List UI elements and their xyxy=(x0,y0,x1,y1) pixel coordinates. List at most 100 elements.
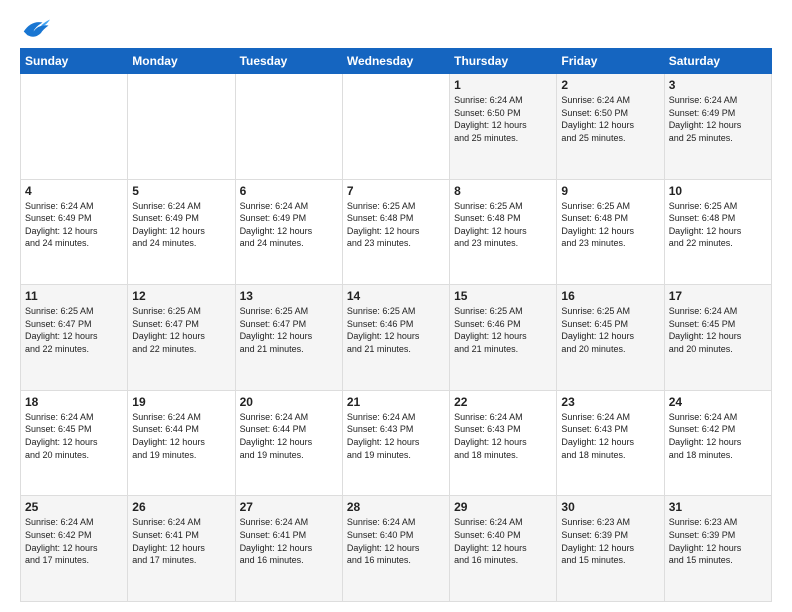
calendar-cell: 24 Sunrise: 6:24 AM Sunset: 6:42 PM Dayli… xyxy=(664,390,771,496)
day-info: Sunrise: 6:24 AM Sunset: 6:41 PM Dayligh… xyxy=(240,516,338,566)
day-info: Sunrise: 6:24 AM Sunset: 6:49 PM Dayligh… xyxy=(25,200,123,250)
day-info: Sunrise: 6:24 AM Sunset: 6:43 PM Dayligh… xyxy=(561,411,659,461)
calendar-cell: 5Sunrise: 6:24 AM Sunset: 6:49 PM Daylig… xyxy=(128,179,235,285)
day-info: Sunrise: 6:25 AM Sunset: 6:46 PM Dayligh… xyxy=(454,305,552,355)
calendar-cell: 18 Sunrise: 6:24 AM Sunset: 6:45 PM Dayli… xyxy=(21,390,128,496)
calendar-header-saturday: Saturday xyxy=(664,49,771,74)
day-number: 17 xyxy=(669,289,767,303)
page: SundayMondayTuesdayWednesdayThursdayFrid… xyxy=(0,0,792,612)
day-number: 26 xyxy=(132,500,230,514)
calendar-cell: 10Sunrise: 6:25 AM Sunset: 6:48 PM Dayli… xyxy=(664,179,771,285)
day-info: Sunrise: 6:25 AM Sunset: 6:45 PM Dayligh… xyxy=(561,305,659,355)
day-info: Sunrise: 6:24 AM Sunset: 6:43 PM Dayligh… xyxy=(454,411,552,461)
calendar-cell: 13 Sunrise: 6:25 AM Sunset: 6:47 PM Dayli… xyxy=(235,285,342,391)
calendar-cell: 25 Sunrise: 6:24 AM Sunset: 6:42 PM Dayli… xyxy=(21,496,128,602)
day-info: Sunrise: 6:24 AM Sunset: 6:44 PM Dayligh… xyxy=(132,411,230,461)
calendar-cell: 27 Sunrise: 6:24 AM Sunset: 6:41 PM Dayli… xyxy=(235,496,342,602)
day-number: 2 xyxy=(561,78,659,92)
calendar-cell: 14Sunrise: 6:25 AM Sunset: 6:46 PM Dayli… xyxy=(342,285,449,391)
calendar-cell: 21 Sunrise: 6:24 AM Sunset: 6:43 PM Dayli… xyxy=(342,390,449,496)
calendar-cell: 11Sunrise: 6:25 AM Sunset: 6:47 PM Dayli… xyxy=(21,285,128,391)
day-number: 9 xyxy=(561,184,659,198)
day-info: Sunrise: 6:25 AM Sunset: 6:47 PM Dayligh… xyxy=(132,305,230,355)
day-number: 12 xyxy=(132,289,230,303)
day-info: Sunrise: 6:24 AM Sunset: 6:41 PM Dayligh… xyxy=(132,516,230,566)
calendar-cell: 22 Sunrise: 6:24 AM Sunset: 6:43 PM Dayli… xyxy=(450,390,557,496)
day-number: 31 xyxy=(669,500,767,514)
calendar-cell: 15 Sunrise: 6:25 AM Sunset: 6:46 PM Dayli… xyxy=(450,285,557,391)
calendar-week-row: 25 Sunrise: 6:24 AM Sunset: 6:42 PM Dayli… xyxy=(21,496,772,602)
day-number: 8 xyxy=(454,184,552,198)
day-info: Sunrise: 6:23 AM Sunset: 6:39 PM Dayligh… xyxy=(669,516,767,566)
day-info: Sunrise: 6:24 AM Sunset: 6:45 PM Dayligh… xyxy=(669,305,767,355)
calendar-header-thursday: Thursday xyxy=(450,49,557,74)
calendar-header-row: SundayMondayTuesdayWednesdayThursdayFrid… xyxy=(21,49,772,74)
calendar-cell: 20 Sunrise: 6:24 AM Sunset: 6:44 PM Dayli… xyxy=(235,390,342,496)
day-number: 18 xyxy=(25,395,123,409)
day-number: 16 xyxy=(561,289,659,303)
logo xyxy=(20,16,52,38)
calendar-cell: 23 Sunrise: 6:24 AM Sunset: 6:43 PM Dayli… xyxy=(557,390,664,496)
day-number: 27 xyxy=(240,500,338,514)
day-info: Sunrise: 6:24 AM Sunset: 6:49 PM Dayligh… xyxy=(132,200,230,250)
day-number: 24 xyxy=(669,395,767,409)
day-info: Sunrise: 6:24 AM Sunset: 6:40 PM Dayligh… xyxy=(347,516,445,566)
day-info: Sunrise: 6:25 AM Sunset: 6:48 PM Dayligh… xyxy=(347,200,445,250)
day-info: Sunrise: 6:25 AM Sunset: 6:47 PM Dayligh… xyxy=(240,305,338,355)
calendar-cell xyxy=(21,74,128,180)
calendar-cell xyxy=(128,74,235,180)
calendar-cell: 8 Sunrise: 6:25 AM Sunset: 6:48 PM Daylig… xyxy=(450,179,557,285)
day-number: 23 xyxy=(561,395,659,409)
day-info: Sunrise: 6:24 AM Sunset: 6:45 PM Dayligh… xyxy=(25,411,123,461)
day-number: 15 xyxy=(454,289,552,303)
day-info: Sunrise: 6:24 AM Sunset: 6:50 PM Dayligh… xyxy=(454,94,552,144)
day-info: Sunrise: 6:25 AM Sunset: 6:47 PM Dayligh… xyxy=(25,305,123,355)
day-info: Sunrise: 6:24 AM Sunset: 6:43 PM Dayligh… xyxy=(347,411,445,461)
day-number: 21 xyxy=(347,395,445,409)
day-info: Sunrise: 6:24 AM Sunset: 6:49 PM Dayligh… xyxy=(669,94,767,144)
day-number: 13 xyxy=(240,289,338,303)
calendar-header-wednesday: Wednesday xyxy=(342,49,449,74)
day-number: 4 xyxy=(25,184,123,198)
calendar-cell: 1 Sunrise: 6:24 AM Sunset: 6:50 PM Daylig… xyxy=(450,74,557,180)
calendar-cell: 9 Sunrise: 6:25 AM Sunset: 6:48 PM Daylig… xyxy=(557,179,664,285)
calendar-cell: 7 Sunrise: 6:25 AM Sunset: 6:48 PM Daylig… xyxy=(342,179,449,285)
day-number: 30 xyxy=(561,500,659,514)
calendar-cell: 12 Sunrise: 6:25 AM Sunset: 6:47 PM Dayli… xyxy=(128,285,235,391)
day-info: Sunrise: 6:25 AM Sunset: 6:48 PM Dayligh… xyxy=(454,200,552,250)
calendar-week-row: 4 Sunrise: 6:24 AM Sunset: 6:49 PM Daylig… xyxy=(21,179,772,285)
day-info: Sunrise: 6:24 AM Sunset: 6:50 PM Dayligh… xyxy=(561,94,659,144)
calendar-cell: 30Sunrise: 6:23 AM Sunset: 6:39 PM Dayli… xyxy=(557,496,664,602)
calendar-cell: 3Sunrise: 6:24 AM Sunset: 6:49 PM Daylig… xyxy=(664,74,771,180)
calendar-cell xyxy=(235,74,342,180)
day-info: Sunrise: 6:24 AM Sunset: 6:44 PM Dayligh… xyxy=(240,411,338,461)
day-info: Sunrise: 6:25 AM Sunset: 6:48 PM Dayligh… xyxy=(561,200,659,250)
day-number: 6 xyxy=(240,184,338,198)
day-number: 1 xyxy=(454,78,552,92)
calendar-header-tuesday: Tuesday xyxy=(235,49,342,74)
calendar-cell xyxy=(342,74,449,180)
day-number: 29 xyxy=(454,500,552,514)
day-number: 22 xyxy=(454,395,552,409)
header xyxy=(20,16,772,38)
day-number: 20 xyxy=(240,395,338,409)
day-number: 7 xyxy=(347,184,445,198)
day-number: 14 xyxy=(347,289,445,303)
calendar-week-row: 18 Sunrise: 6:24 AM Sunset: 6:45 PM Dayli… xyxy=(21,390,772,496)
calendar-header-friday: Friday xyxy=(557,49,664,74)
day-info: Sunrise: 6:24 AM Sunset: 6:40 PM Dayligh… xyxy=(454,516,552,566)
calendar-header-monday: Monday xyxy=(128,49,235,74)
day-number: 28 xyxy=(347,500,445,514)
calendar-cell: 31 Sunrise: 6:23 AM Sunset: 6:39 PM Dayli… xyxy=(664,496,771,602)
day-info: Sunrise: 6:24 AM Sunset: 6:42 PM Dayligh… xyxy=(25,516,123,566)
day-number: 19 xyxy=(132,395,230,409)
calendar-table: SundayMondayTuesdayWednesdayThursdayFrid… xyxy=(20,48,772,602)
calendar-week-row: 1 Sunrise: 6:24 AM Sunset: 6:50 PM Daylig… xyxy=(21,74,772,180)
day-info: Sunrise: 6:24 AM Sunset: 6:49 PM Dayligh… xyxy=(240,200,338,250)
day-number: 10 xyxy=(669,184,767,198)
calendar-week-row: 11Sunrise: 6:25 AM Sunset: 6:47 PM Dayli… xyxy=(21,285,772,391)
day-info: Sunrise: 6:24 AM Sunset: 6:42 PM Dayligh… xyxy=(669,411,767,461)
calendar-header-sunday: Sunday xyxy=(21,49,128,74)
calendar-cell: 29 Sunrise: 6:24 AM Sunset: 6:40 PM Dayli… xyxy=(450,496,557,602)
day-number: 25 xyxy=(25,500,123,514)
